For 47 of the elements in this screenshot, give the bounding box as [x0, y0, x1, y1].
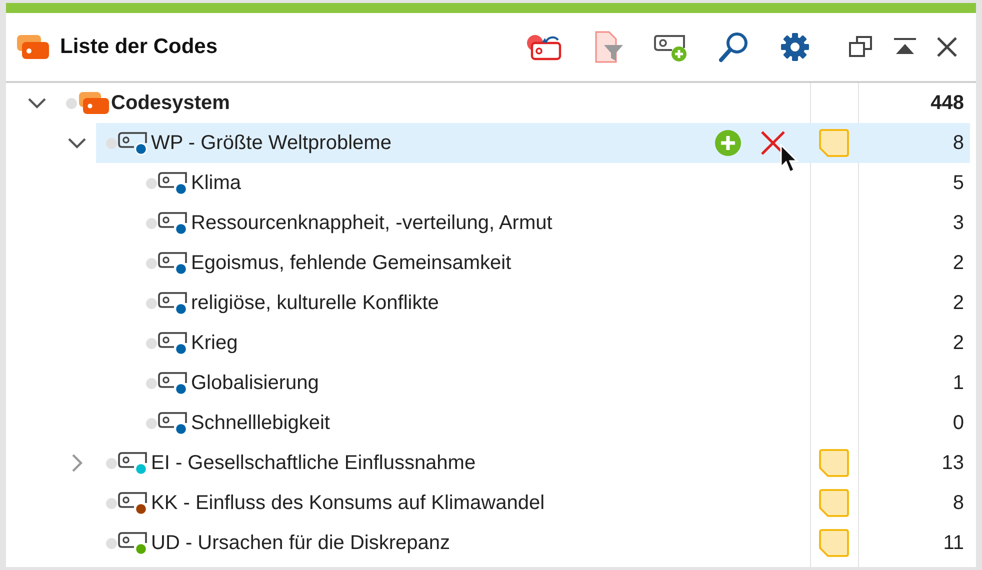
code-label[interactable]: Klima [191, 172, 242, 194]
close-icon[interactable] [936, 36, 958, 58]
status-dot [106, 498, 117, 508]
code-count: 0 [952, 412, 964, 434]
code-label[interactable]: Globalisierung [191, 372, 319, 394]
settings-icon[interactable] [780, 32, 810, 62]
status-dot [106, 458, 117, 468]
filter-document-icon[interactable] [594, 31, 624, 63]
status-dot [146, 178, 157, 188]
code-count: 2 [952, 332, 964, 354]
code-count: 3 [952, 212, 964, 234]
status-dot [146, 298, 157, 308]
status-dot [66, 98, 77, 108]
code-count: 1 [952, 372, 964, 394]
status-dot [146, 258, 157, 268]
search-icon[interactable] [718, 31, 750, 63]
code-label[interactable]: religiöse, kulturelle Konflikte [191, 292, 439, 314]
code-count: 8 [952, 132, 964, 154]
code-count: 448 [930, 92, 964, 114]
code-count: 8 [952, 492, 964, 514]
code-count: 11 [943, 532, 964, 554]
status-dot [146, 378, 157, 388]
status-dot [106, 538, 117, 548]
restore-window-icon[interactable] [848, 35, 874, 59]
code-label[interactable]: WP - Größte Weltprobleme [151, 132, 392, 154]
code-count: 2 [952, 292, 964, 314]
codesystem-icon [16, 34, 50, 60]
status-dot [146, 418, 157, 428]
code-label[interactable]: UD - Ursachen für die Diskrepanz [151, 532, 450, 554]
cursor-icon [780, 144, 800, 174]
code-label[interactable]: Krieg [191, 332, 238, 354]
code-label[interactable]: Codesystem [111, 92, 230, 114]
code-label[interactable]: Egoismus, fehlende Gemeinsamkeit [191, 252, 512, 274]
code-plus-icon[interactable] [654, 32, 688, 62]
code-label[interactable]: KK - Einfluss des Konsums auf Klimawandel [151, 492, 545, 514]
status-dot [146, 218, 157, 228]
code-label[interactable]: Ressourcenknappheit, -verteilung, Armut [191, 212, 552, 234]
code-label[interactable]: EI - Gesellschaftliche Einflussnahme [151, 452, 476, 474]
reset-code-icon[interactable] [526, 32, 564, 62]
code-count: 5 [952, 172, 964, 194]
code-label[interactable]: Schnelllebigkeit [191, 412, 330, 434]
code-count: 13 [942, 452, 964, 474]
code-count: 2 [952, 252, 964, 274]
status-dot [106, 138, 117, 148]
codesystem-icon [78, 91, 110, 115]
status-dot [146, 338, 157, 348]
window-title: Liste der Codes [60, 35, 218, 59]
